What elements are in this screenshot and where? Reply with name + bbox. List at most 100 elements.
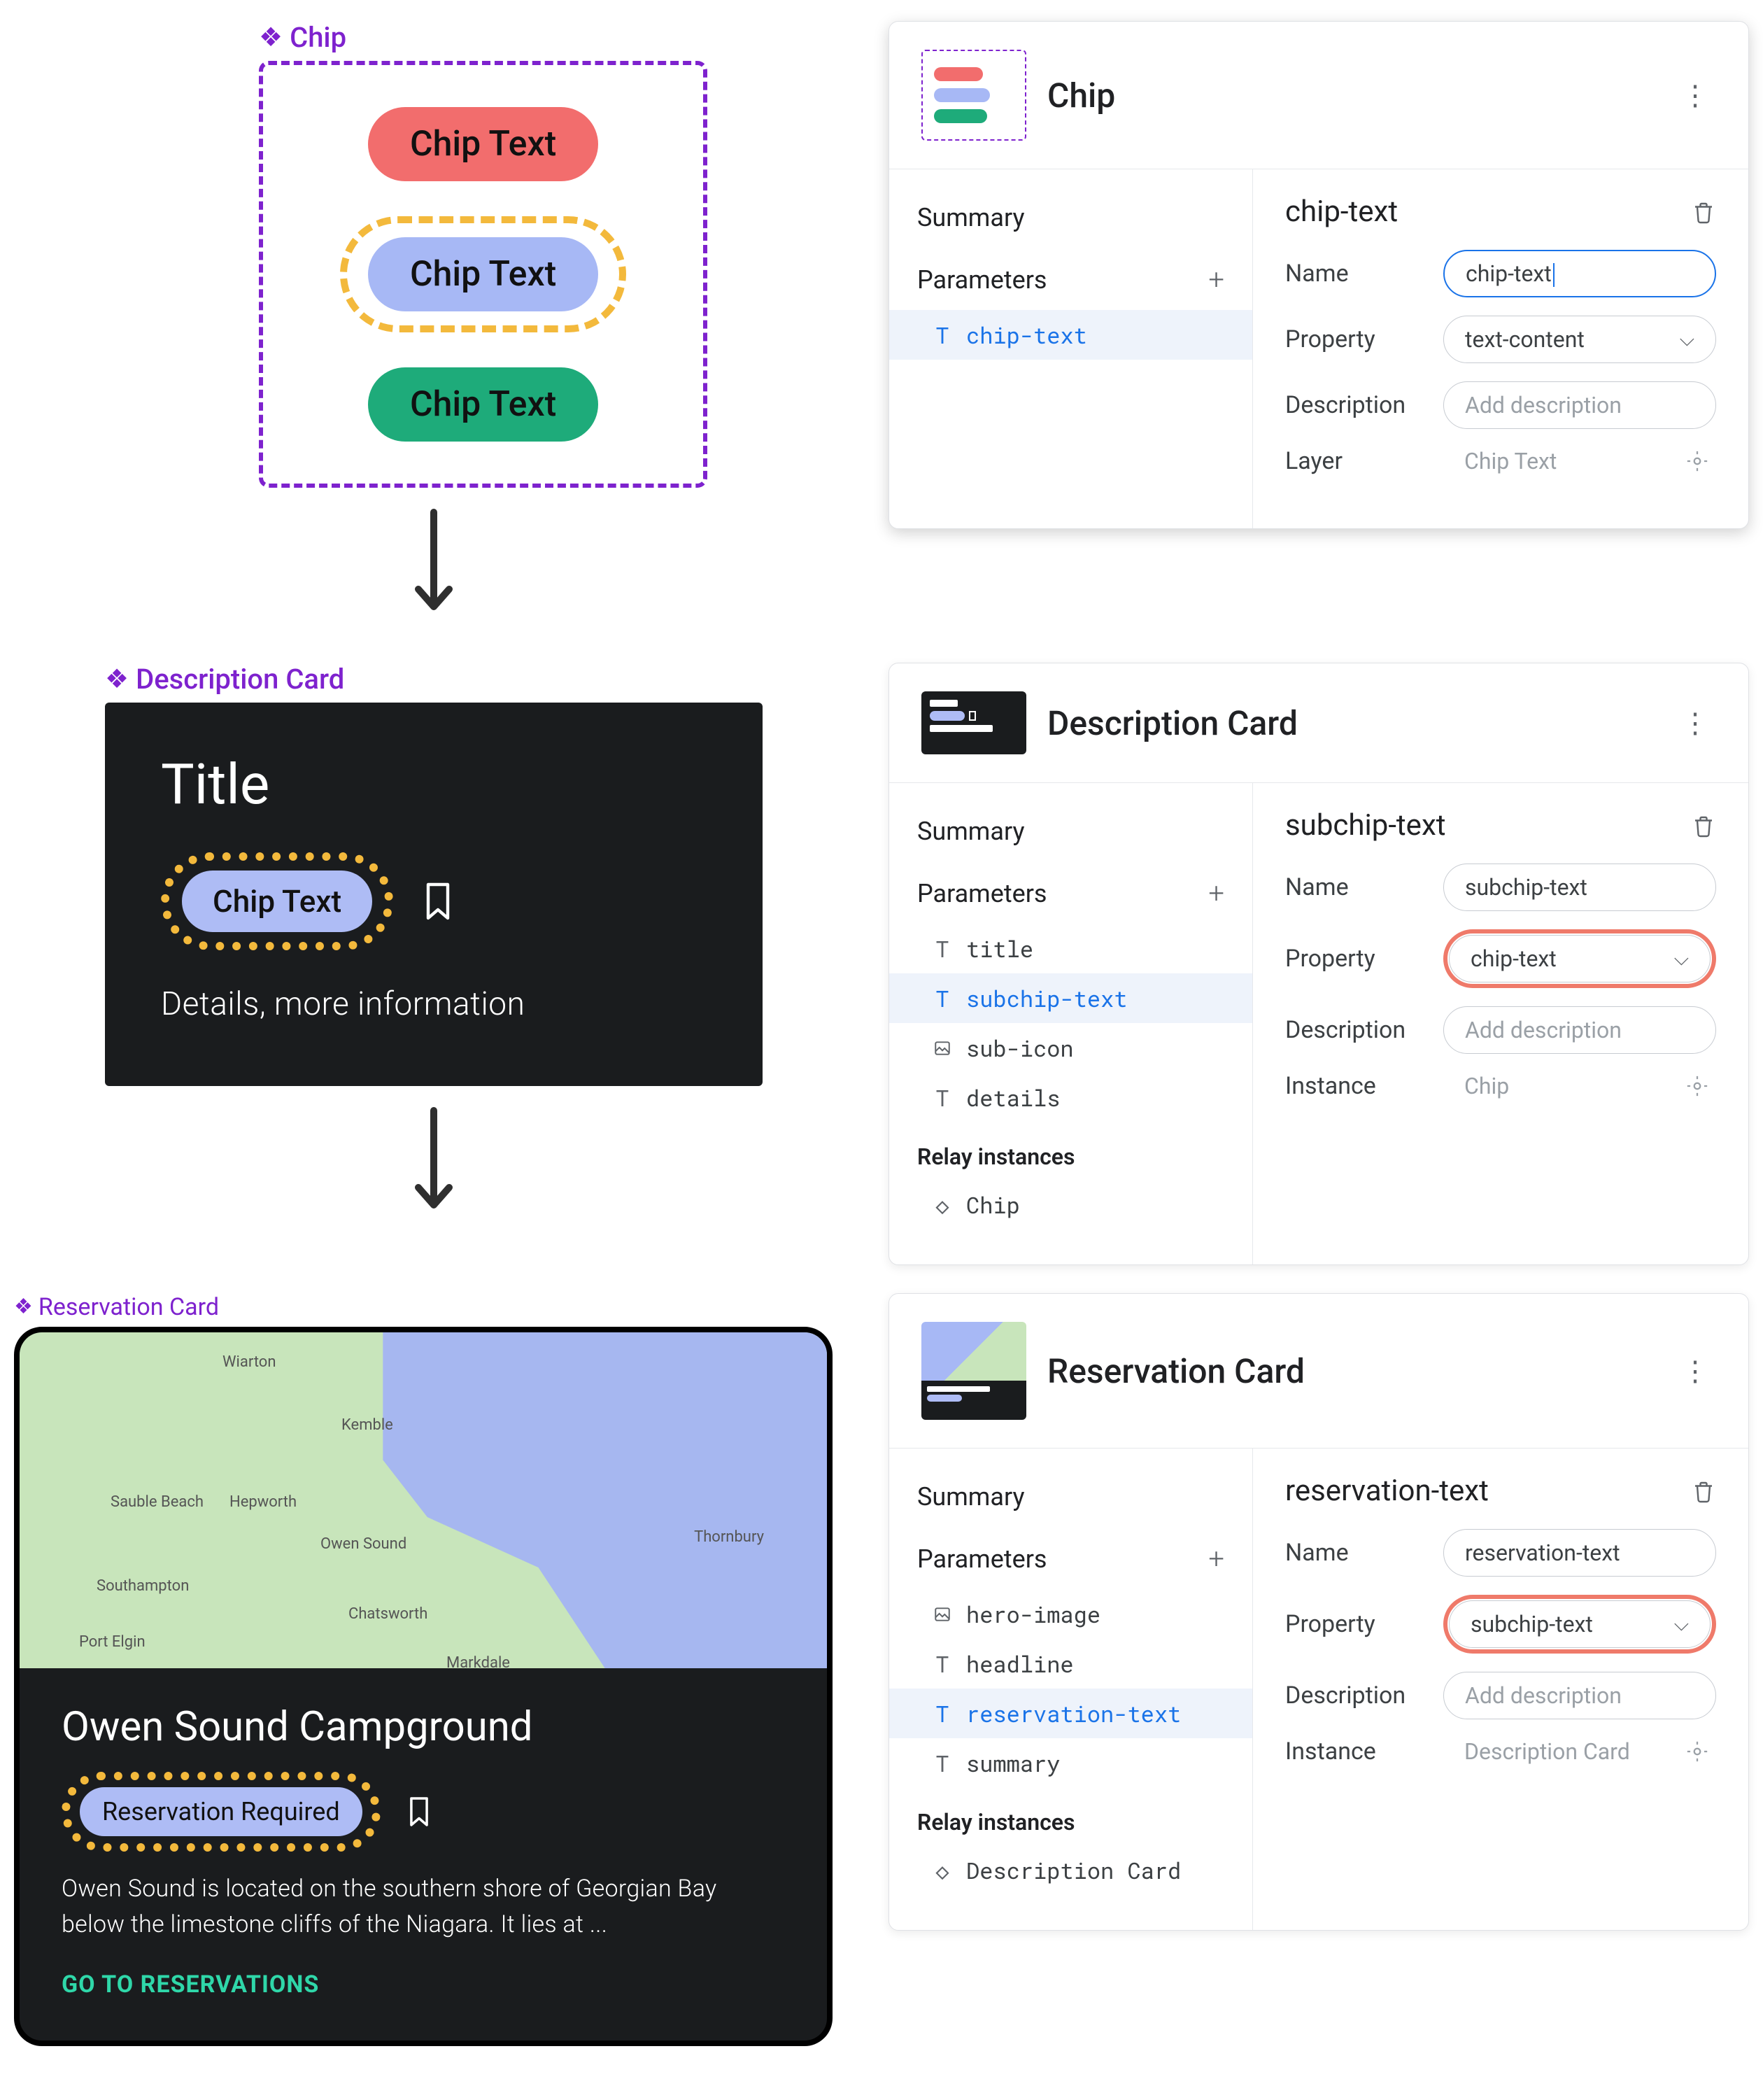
text-type-icon: T [931, 933, 954, 964]
property-highlight-ring: subchip-text ⌵ [1443, 1595, 1716, 1654]
desc-chip: Chip Text [182, 871, 372, 932]
more-menu-icon[interactable]: ⋮ [1674, 707, 1716, 740]
arrow-down-icon [413, 1107, 455, 1212]
property-select[interactable]: subchip-text ⌵ [1449, 1600, 1711, 1648]
description-input[interactable]: Add description [1443, 1006, 1716, 1054]
component-label-desc: ❖ Description Card [105, 663, 763, 696]
property-select[interactable]: chip-text ⌵ [1449, 935, 1711, 982]
component-diamond-icon: ❖ [259, 24, 283, 51]
param-subchip-text[interactable]: T subchip-text [889, 973, 1252, 1023]
detail-title: chip-text [1285, 195, 1398, 229]
property-field-label: Property [1285, 325, 1425, 353]
desc-details: Details, more information [161, 985, 707, 1023]
locate-icon[interactable] [1685, 1740, 1709, 1763]
reservation-chip: Reservation Required [80, 1787, 362, 1836]
selection-highlight: Chip Text [340, 216, 626, 332]
description-field-label: Description [1285, 1016, 1425, 1044]
hero-map-image: Wiarton Kemble Sauble Beach Hepworth Owe… [20, 1332, 827, 1668]
selection-highlight: Chip Text [161, 852, 393, 950]
chip-panel-thumbnail [921, 50, 1026, 141]
add-parameter-button[interactable]: + [1208, 877, 1224, 910]
text-type-icon: T [931, 1698, 954, 1728]
name-input[interactable]: reservation-text [1443, 1529, 1716, 1577]
component-diamond-icon: ❖ [14, 1297, 33, 1318]
chip-properties-panel: Chip ⋮ Summary Parameters + T chip-text [888, 21, 1749, 529]
more-menu-icon[interactable]: ⋮ [1674, 79, 1716, 112]
instance-field-label: Instance [1285, 1738, 1425, 1766]
panel-title: Reservation Card [1047, 1351, 1653, 1391]
summary-section-label[interactable]: Summary [889, 195, 1252, 249]
detail-title: subchip-text [1285, 808, 1446, 843]
summary-section-label[interactable]: Summary [889, 808, 1252, 863]
chip-variant-red: Chip Text [368, 107, 598, 181]
description-field-label: Description [1285, 391, 1425, 419]
param-name: chip-text [966, 320, 1087, 350]
bookmark-icon[interactable] [421, 880, 455, 922]
more-menu-icon[interactable]: ⋮ [1674, 1355, 1716, 1388]
param-sub-icon[interactable]: sub-icon [889, 1023, 1252, 1073]
locate-icon[interactable] [1685, 1074, 1709, 1098]
image-type-icon [931, 1605, 954, 1623]
component-diamond-icon: ❖ [105, 666, 129, 693]
res-summary: Owen Sound is located on the southern sh… [62, 1871, 785, 1943]
layer-field-label: Layer [1285, 447, 1425, 475]
delete-icon[interactable] [1691, 1479, 1716, 1504]
instance-value: Chip [1464, 1073, 1509, 1099]
description-field-label: Description [1285, 1682, 1425, 1710]
relay-item-chip[interactable]: ◇ Chip [889, 1180, 1252, 1229]
param-summary[interactable]: T summary [889, 1738, 1252, 1788]
bookmark-icon[interactable] [406, 1795, 432, 1828]
res-panel-thumbnail [921, 1322, 1026, 1420]
description-input[interactable]: Add description [1443, 381, 1716, 429]
layer-value: Chip Text [1464, 448, 1557, 474]
go-to-reservations-button[interactable]: GO TO RESERVATIONS [62, 1971, 785, 1999]
name-field-label: Name [1285, 873, 1425, 901]
param-title[interactable]: T title [889, 924, 1252, 973]
text-type-icon: T [931, 1649, 954, 1679]
param-hero-image[interactable]: hero-image [889, 1589, 1252, 1639]
chip-variant-green: Chip Text [368, 367, 598, 442]
text-type-icon: T [931, 1748, 954, 1778]
chip-component-name: Chip [290, 21, 346, 54]
name-field-label: Name [1285, 1539, 1425, 1567]
chip-variant-blue: Chip Text [368, 237, 598, 311]
res-component-name: Reservation Card [38, 1293, 219, 1321]
component-label-res: ❖ Reservation Card [14, 1293, 219, 1321]
param-reservation-text[interactable]: T reservation-text [889, 1689, 1252, 1738]
reservation-card: Wiarton Kemble Sauble Beach Hepworth Owe… [14, 1327, 833, 2046]
instance-value: Description Card [1464, 1738, 1630, 1765]
property-select[interactable]: text-content ⌵ [1443, 316, 1716, 363]
chip-component-frame: Chip Text Chip Text Chip Text [259, 61, 707, 488]
text-type-icon: T [931, 320, 954, 350]
description-input[interactable]: Add description [1443, 1672, 1716, 1719]
chevron-down-icon: ⌵ [1674, 947, 1689, 971]
param-details[interactable]: T details [889, 1073, 1252, 1122]
summary-section-label[interactable]: Summary [889, 1474, 1252, 1528]
parameters-section-label: Parameters [917, 1544, 1047, 1574]
text-type-icon: T [931, 983, 954, 1013]
desc-properties-panel: Description Card ⋮ Summary Parameters + … [888, 663, 1749, 1265]
panel-title: Chip [1047, 76, 1653, 115]
diamond-icon: ◇ [931, 1190, 954, 1220]
param-chip-text[interactable]: T chip-text [889, 310, 1252, 360]
arrow-down-icon [413, 509, 455, 614]
delete-icon[interactable] [1691, 199, 1716, 225]
diamond-icon: ◇ [931, 1855, 954, 1885]
add-parameter-button[interactable]: + [1208, 1542, 1224, 1575]
add-parameter-button[interactable]: + [1208, 263, 1224, 296]
param-headline[interactable]: T headline [889, 1639, 1252, 1689]
parameters-section-label: Parameters [917, 265, 1047, 295]
name-input[interactable]: subchip-text [1443, 864, 1716, 911]
chevron-down-icon: ⌵ [1674, 1612, 1689, 1636]
name-input[interactable]: chip-text [1443, 250, 1716, 297]
relay-instances-label: Relay instances [889, 1122, 1252, 1180]
locate-icon[interactable] [1685, 449, 1709, 473]
text-type-icon: T [931, 1083, 954, 1113]
instance-field-label: Instance [1285, 1072, 1425, 1100]
name-field-label: Name [1285, 260, 1425, 288]
delete-icon[interactable] [1691, 813, 1716, 838]
panel-title: Description Card [1047, 703, 1653, 743]
detail-title: reservation-text [1285, 1474, 1489, 1508]
desc-title: Title [161, 752, 707, 817]
relay-item-description-card[interactable]: ◇ Description Card [889, 1845, 1252, 1895]
